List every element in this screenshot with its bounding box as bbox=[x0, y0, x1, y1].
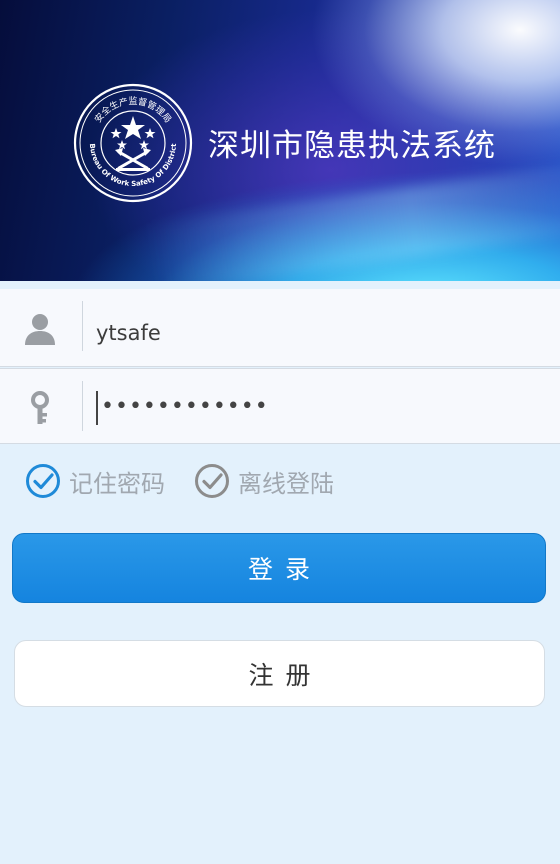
username-separator bbox=[82, 301, 83, 351]
check-circle-icon[interactable] bbox=[25, 463, 61, 499]
safety-bureau-emblem: 安全生产监督管理局 Bureau Of Work Safety Of Distr… bbox=[73, 83, 193, 203]
login-screen: 安全生产监督管理局 Bureau Of Work Safety Of Distr… bbox=[0, 0, 560, 864]
banner-shine bbox=[147, 156, 560, 281]
header-banner: 安全生产监督管理局 Bureau Of Work Safety Of Distr… bbox=[0, 0, 560, 281]
offline-login-label: 离线登陆 bbox=[238, 469, 334, 498]
remember-password-option[interactable]: 记住密码 bbox=[25, 462, 165, 500]
register-button-label: 注册 bbox=[248, 660, 323, 690]
password-row: •••••••••••• bbox=[0, 368, 560, 444]
username-input[interactable] bbox=[96, 295, 536, 371]
login-button[interactable]: 登录 bbox=[12, 533, 546, 603]
offline-login-option[interactable]: 离线登陆 bbox=[194, 462, 334, 500]
register-button[interactable]: 注册 bbox=[14, 640, 545, 707]
text-cursor bbox=[96, 391, 98, 425]
check-circle-icon[interactable] bbox=[194, 463, 230, 499]
password-separator bbox=[82, 381, 83, 431]
user-icon bbox=[25, 314, 55, 345]
app-title: 深圳市隐患执法系统 bbox=[208, 128, 496, 164]
username-row bbox=[0, 289, 560, 371]
password-input[interactable]: •••••••••••• bbox=[101, 369, 269, 445]
login-button-label: 登录 bbox=[247, 555, 322, 584]
remember-password-label: 记住密码 bbox=[69, 469, 165, 498]
key-icon bbox=[31, 391, 49, 424]
